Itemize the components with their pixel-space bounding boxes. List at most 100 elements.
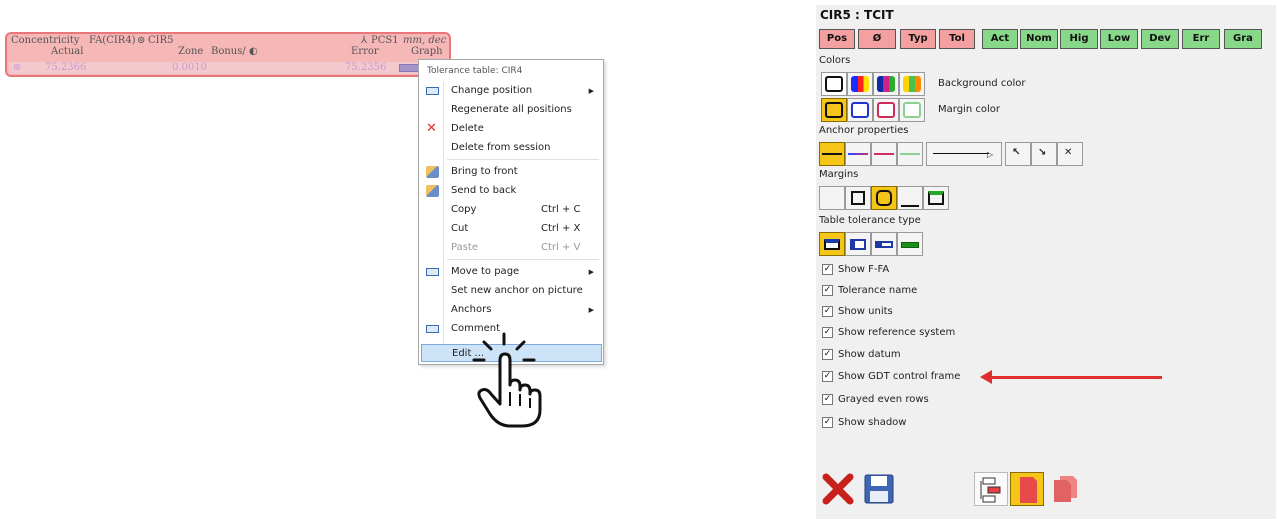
bring-front-icon <box>426 166 439 178</box>
reference-system-label: PCS1 <box>371 35 399 46</box>
background-color-white-button[interactable] <box>821 72 847 96</box>
table-type-line-button[interactable] <box>897 232 923 256</box>
tab-err[interactable]: Err <box>1182 29 1220 49</box>
green-outline-icon <box>903 102 921 118</box>
col-graph: Graph <box>411 46 443 57</box>
margin-color-yellow-button[interactable] <box>821 98 847 122</box>
col-bonus: Bonus/ <box>211 46 246 57</box>
table-columns-icon <box>850 239 866 250</box>
menu-item-set-anchor[interactable]: Set new anchor on picture <box>421 282 602 300</box>
submenu-arrow-icon: ▶ <box>588 87 594 95</box>
margin-rounded-button[interactable] <box>871 186 897 210</box>
apply-page-button[interactable] <box>1010 472 1044 506</box>
table-type-full-button[interactable] <box>819 232 845 256</box>
tab-typ[interactable]: Typ <box>900 29 936 49</box>
anchor-option-icon: ✕ <box>1064 147 1073 158</box>
menu-item-regenerate-positions[interactable]: Regenerate all positions <box>421 101 602 119</box>
menu-item-delete-from-session[interactable]: Delete from session <box>421 139 602 157</box>
menu-separator <box>447 159 599 160</box>
send-back-icon <box>426 185 439 197</box>
margin-color-green-button[interactable] <box>899 98 925 122</box>
checkbox-check-icon: ✓ <box>822 285 833 296</box>
reference-system-icon: ⅄ <box>361 35 368 46</box>
tab-low[interactable]: Low <box>1100 29 1138 49</box>
background-color-multi-button[interactable] <box>873 72 899 96</box>
yellow-swatch-icon <box>825 102 843 118</box>
save-button[interactable] <box>862 472 896 506</box>
margin-square-button[interactable] <box>845 186 871 210</box>
context-menu: Tolerance table: CIR4 Change position ▶ … <box>418 59 604 365</box>
anchor-line-style-button[interactable]: ▷ <box>926 142 1002 166</box>
table-full-icon <box>824 239 840 250</box>
margin-color-label: Margin color <box>938 104 1000 115</box>
tab-tol[interactable]: Tol <box>939 29 975 49</box>
table-type-compact-button[interactable] <box>871 232 897 256</box>
menu-item-delete[interactable]: ✕ Delete <box>421 120 602 138</box>
tab-diameter[interactable]: Ø <box>858 29 896 49</box>
anchor-option-2-button[interactable]: ↘ <box>1031 142 1057 166</box>
fa-label: FA(CIR4) <box>89 35 136 46</box>
tab-hig[interactable]: Hig <box>1060 29 1098 49</box>
anchor-line-red-button[interactable] <box>871 142 897 166</box>
menu-item-bring-to-front[interactable]: Bring to front <box>421 163 602 181</box>
tab-act[interactable]: Act <box>982 29 1018 49</box>
menu-item-change-position[interactable]: Change position ▶ <box>421 82 602 100</box>
tab-gra[interactable]: Gra <box>1224 29 1262 49</box>
menu-item-anchors[interactable]: Anchors ▶ <box>421 301 602 319</box>
checkbox-label: Show reference system <box>838 327 956 338</box>
margin-none-button[interactable] <box>819 186 845 210</box>
submenu-arrow-icon: ▶ <box>588 306 594 314</box>
panel-icon <box>426 268 439 276</box>
target-label: CIR5 <box>148 35 174 46</box>
tolerance-table[interactable]: Concentricity FA(CIR4) ⊚ CIR5 ⅄ PCS1 mm,… <box>5 32 451 77</box>
background-color-label: Background color <box>938 78 1026 89</box>
menu-separator <box>447 259 599 260</box>
anchor-line-blue-button[interactable] <box>845 142 871 166</box>
checkbox-check-icon: ✓ <box>822 306 833 317</box>
cancel-button[interactable] <box>820 472 856 506</box>
margin-bottom-button[interactable] <box>897 186 923 210</box>
delete-x-icon: ✕ <box>426 121 437 136</box>
anchor-section-label: Anchor properties <box>819 125 909 136</box>
apply-all-pages-button[interactable] <box>1049 472 1083 506</box>
anchor-line-yellow-button[interactable] <box>819 142 845 166</box>
error-value: 75.2356 <box>345 62 387 73</box>
color-rainbow-icon <box>903 76 921 92</box>
tab-dev[interactable]: Dev <box>1141 29 1179 49</box>
line-icon <box>900 153 920 155</box>
margin-color-red-button[interactable] <box>873 98 899 122</box>
bottom-line-icon <box>901 205 919 207</box>
menu-item-move-to-page[interactable]: Move to page ▶ <box>421 263 602 281</box>
menu-item-cut[interactable]: Cut Ctrl + X <box>421 220 602 238</box>
menu-item-label: Paste <box>451 242 478 253</box>
submenu-arrow-icon: ▶ <box>588 268 594 276</box>
save-disk-icon <box>864 474 894 504</box>
menu-item-shortcut: Ctrl + X <box>541 223 581 234</box>
margin-title-bar-button[interactable] <box>923 186 949 210</box>
menu-item-paste: Paste Ctrl + V <box>421 239 602 257</box>
table-type-columns-button[interactable] <box>845 232 871 256</box>
line-icon <box>874 153 894 155</box>
layout-tree-button[interactable] <box>974 472 1008 506</box>
menu-item-label: Anchors <box>451 304 492 315</box>
menu-item-label: Cut <box>451 223 469 234</box>
tab-nom[interactable]: Nom <box>1020 29 1058 49</box>
pages-red-icon <box>1054 476 1077 502</box>
background-color-rainbow-button[interactable] <box>899 72 925 96</box>
anchor-option-1-button[interactable]: ↖ <box>1005 142 1031 166</box>
background-color-palette-button[interactable] <box>847 72 873 96</box>
menu-item-label: Copy <box>451 204 477 215</box>
menu-item-label: Bring to front <box>451 166 518 177</box>
panel-title: CIR5 : TCIT <box>820 8 894 22</box>
anchor-line-green-button[interactable] <box>897 142 923 166</box>
table-line-icon <box>901 242 919 248</box>
table-type-section-label: Table tolerance type <box>819 215 921 226</box>
margin-color-blue-button[interactable] <box>847 98 873 122</box>
hand-pointer-icon <box>472 332 542 428</box>
table-compact-icon <box>875 241 893 248</box>
tab-pos[interactable]: Pos <box>819 29 855 49</box>
checkbox-check-icon: ✓ <box>822 349 833 360</box>
anchor-option-3-button[interactable]: ✕ <box>1057 142 1083 166</box>
menu-item-copy[interactable]: Copy Ctrl + C <box>421 201 602 219</box>
menu-item-send-to-back[interactable]: Send to back <box>421 182 602 200</box>
